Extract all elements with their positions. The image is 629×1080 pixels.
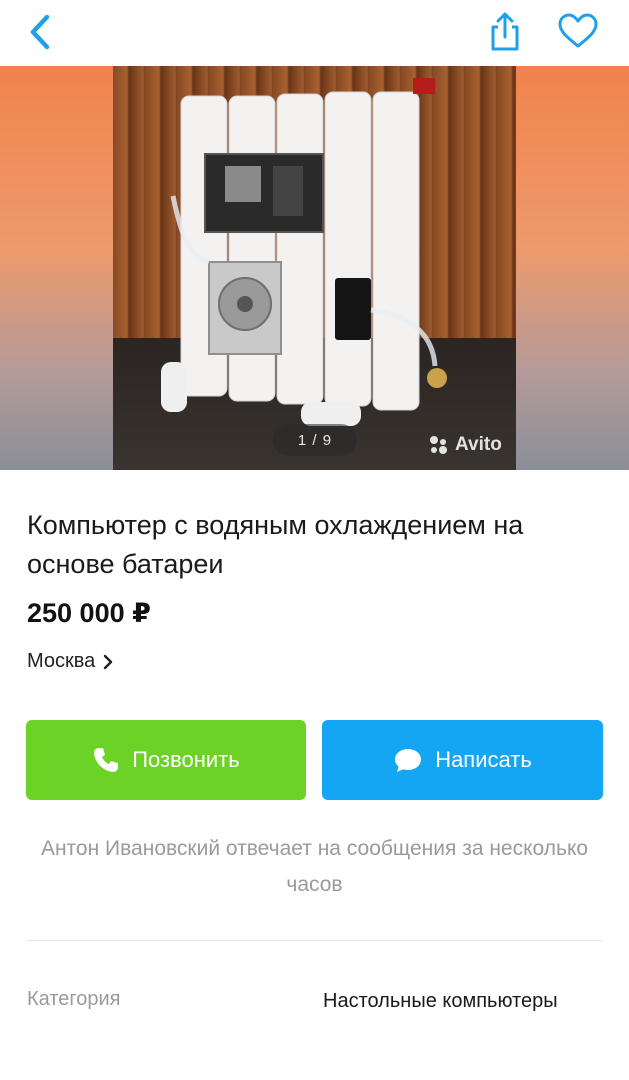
heart-icon xyxy=(558,13,598,48)
share-icon xyxy=(491,12,519,51)
back-button[interactable] xyxy=(18,10,62,54)
watermark-text: Avito xyxy=(455,434,502,455)
avito-logo xyxy=(430,436,447,454)
call-button-label: Позвонить xyxy=(132,747,240,772)
top-bar xyxy=(0,0,629,66)
avito-watermark: Avito xyxy=(428,434,502,456)
radiator-computer-image xyxy=(161,78,447,426)
location-link[interactable]: Москва xyxy=(27,650,113,673)
listing-photo xyxy=(113,66,516,470)
message-button[interactable]: Написать xyxy=(322,720,603,800)
message-button-label: Написать xyxy=(435,747,532,772)
listing-price: 250 000 ₽ xyxy=(27,598,151,628)
chevron-left-icon xyxy=(30,14,50,50)
share-button[interactable] xyxy=(482,8,528,54)
photo-counter: 1 / 9 xyxy=(273,424,357,456)
favorite-button[interactable] xyxy=(553,8,603,54)
param-name-category: Категория xyxy=(27,988,121,1010)
seller-response-note: Антон Ивановский отвечает на сообщения з… xyxy=(40,837,589,896)
param-value-category: Настольные компьютеры xyxy=(323,990,558,1012)
call-button[interactable]: Позвонить xyxy=(26,720,306,800)
photo-gallery[interactable]: 1 / 9 Avito xyxy=(0,66,629,470)
chat-bubble-icon xyxy=(395,749,422,772)
chevron-right-icon xyxy=(104,654,113,669)
listing-title: Компьютер с водяным охлаждением на основ… xyxy=(27,510,524,579)
location-text: Москва xyxy=(27,650,96,672)
divider xyxy=(27,940,603,941)
phone-icon xyxy=(94,748,119,772)
